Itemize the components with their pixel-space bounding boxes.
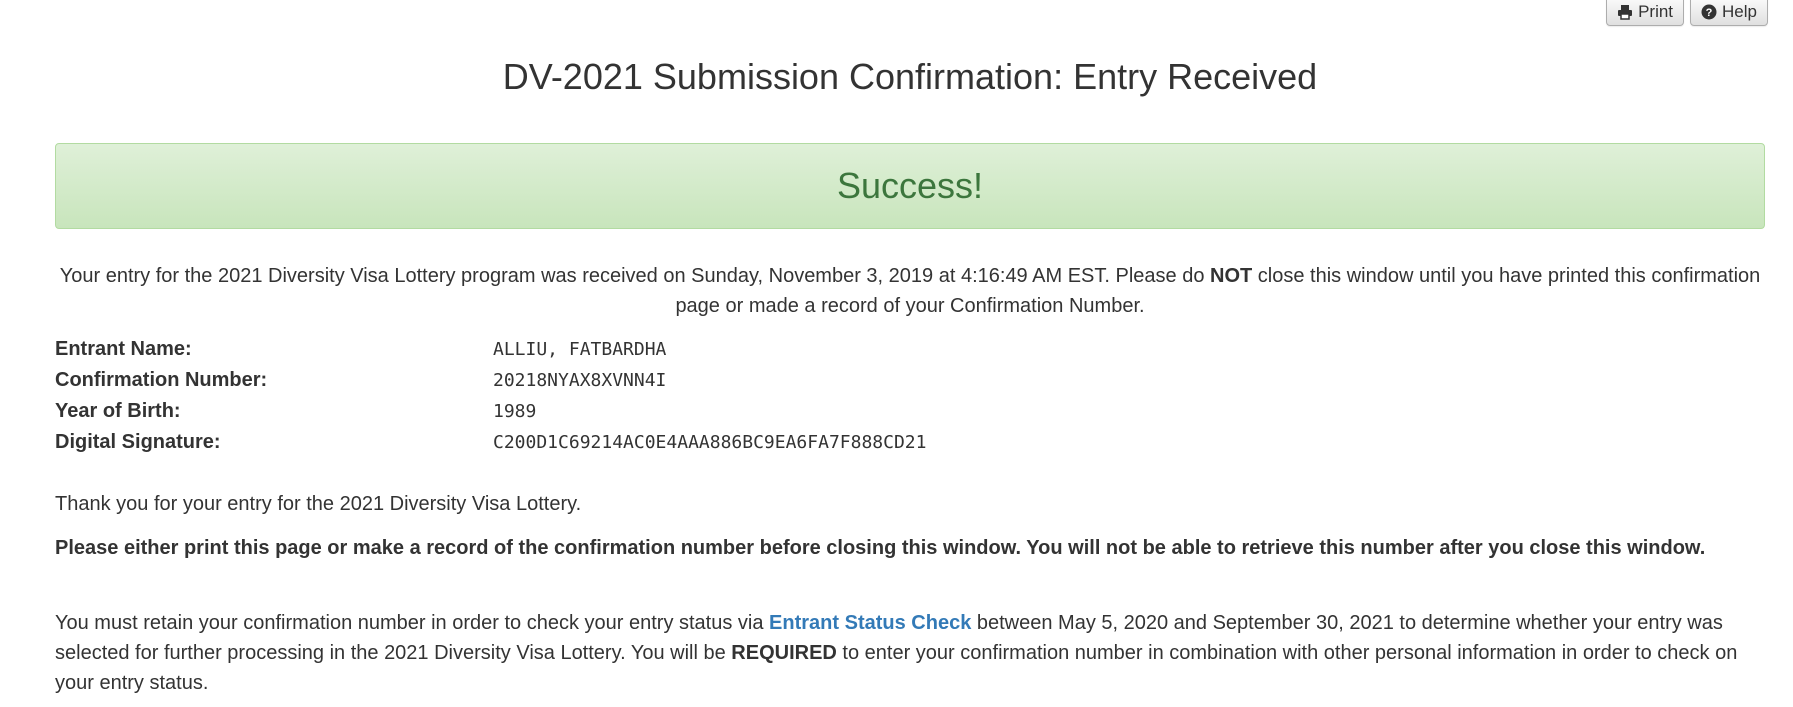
received-emphasis: NOT [1210,265,1253,287]
print-warning: Please either print this page or make a … [55,537,1706,559]
digital-signature-value: C200D1C69214AC0E4AAA886BC9EA6FA7F888CD21 [493,432,927,453]
confirmation-number-value: 20218NYAX8XVNN4I [493,370,667,391]
page-title: DV-2021 Submission Confirmation: Entry R… [502,56,1318,97]
year-of-birth-value: 1989 [493,401,537,422]
year-of-birth-label: Year of Birth: [55,400,181,422]
retain-text-before: You must retain your confirmation number… [55,612,770,634]
received-notice: Your entry for the 2021 Diversity Visa L… [55,261,1765,321]
required-emphasis: REQUIRED [731,642,837,664]
thanks-message: Thank you for your entry for the 2021 Di… [55,493,582,515]
confirmation-number-label: Confirmation Number: [55,369,268,391]
received-text-before: Your entry for the 2021 Diversity Visa L… [59,265,1210,287]
help-label: Help [1722,2,1757,21]
success-alert: Success! [55,143,1765,229]
print-label: Print [1638,2,1674,21]
entrant-name-value: ALLIU, FATBARDHA [493,339,667,360]
svg-text:?: ? [1706,7,1713,19]
entrant-status-check-link[interactable]: Entrant Status Check [769,612,971,634]
print-button[interactable]: Print [1606,0,1685,26]
help-button[interactable]: ? Help [1690,0,1768,26]
digital-signature-label: Digital Signature: [55,431,221,453]
retain-message: You must retain your confirmation number… [55,608,1765,698]
toolbar: Print ? Help [1606,0,1768,26]
printer-icon [1617,4,1633,20]
entrant-name-label: Entrant Name: [55,338,192,360]
question-circle-icon: ? [1701,4,1717,20]
success-text: Success! [836,165,984,206]
entry-details: Entrant Name: ALLIU, FATBARDHA Confirmat… [55,334,926,458]
